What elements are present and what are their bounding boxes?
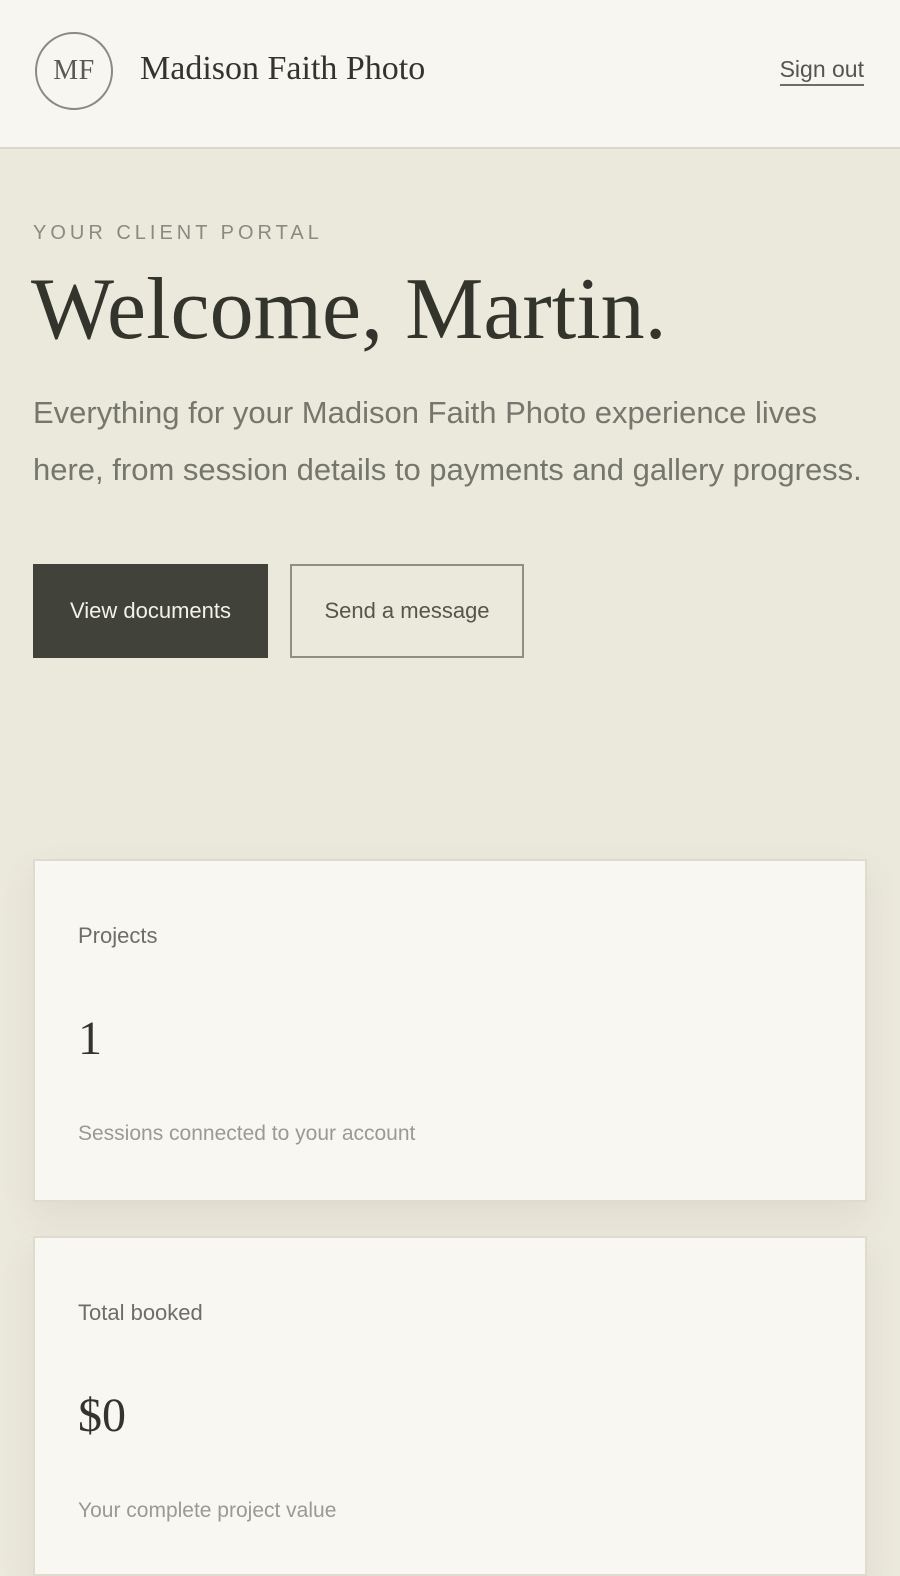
stat-description: Sessions connected to your account: [78, 1122, 416, 1145]
stat-value: $0: [78, 1389, 126, 1442]
page-title: Welcome, Martin.: [31, 261, 667, 358]
stat-value: 1: [78, 1012, 102, 1065]
stat-card-projects: Projects 1 Sessions connected to your ac…: [33, 859, 867, 1202]
portal-eyebrow: YOUR CLIENT PORTAL: [33, 222, 323, 244]
brand-logo[interactable]: MF: [35, 32, 113, 110]
stat-label: Total booked: [78, 1300, 203, 1325]
brand-name[interactable]: Madison Faith Photo: [140, 50, 425, 88]
sign-out-link[interactable]: Sign out: [779, 56, 864, 86]
logo-initials: MF: [53, 55, 95, 86]
site-header: MF Madison Faith Photo Sign out: [0, 0, 900, 149]
stat-card-total-booked: Total booked $0 Your complete project va…: [33, 1236, 867, 1576]
view-documents-button[interactable]: View documents: [33, 564, 268, 658]
stat-label: Projects: [78, 923, 158, 948]
stat-description: Your complete project value: [78, 1499, 337, 1522]
send-message-button[interactable]: Send a message: [290, 564, 524, 658]
intro-text: Everything for your Madison Faith Photo …: [33, 395, 862, 487]
